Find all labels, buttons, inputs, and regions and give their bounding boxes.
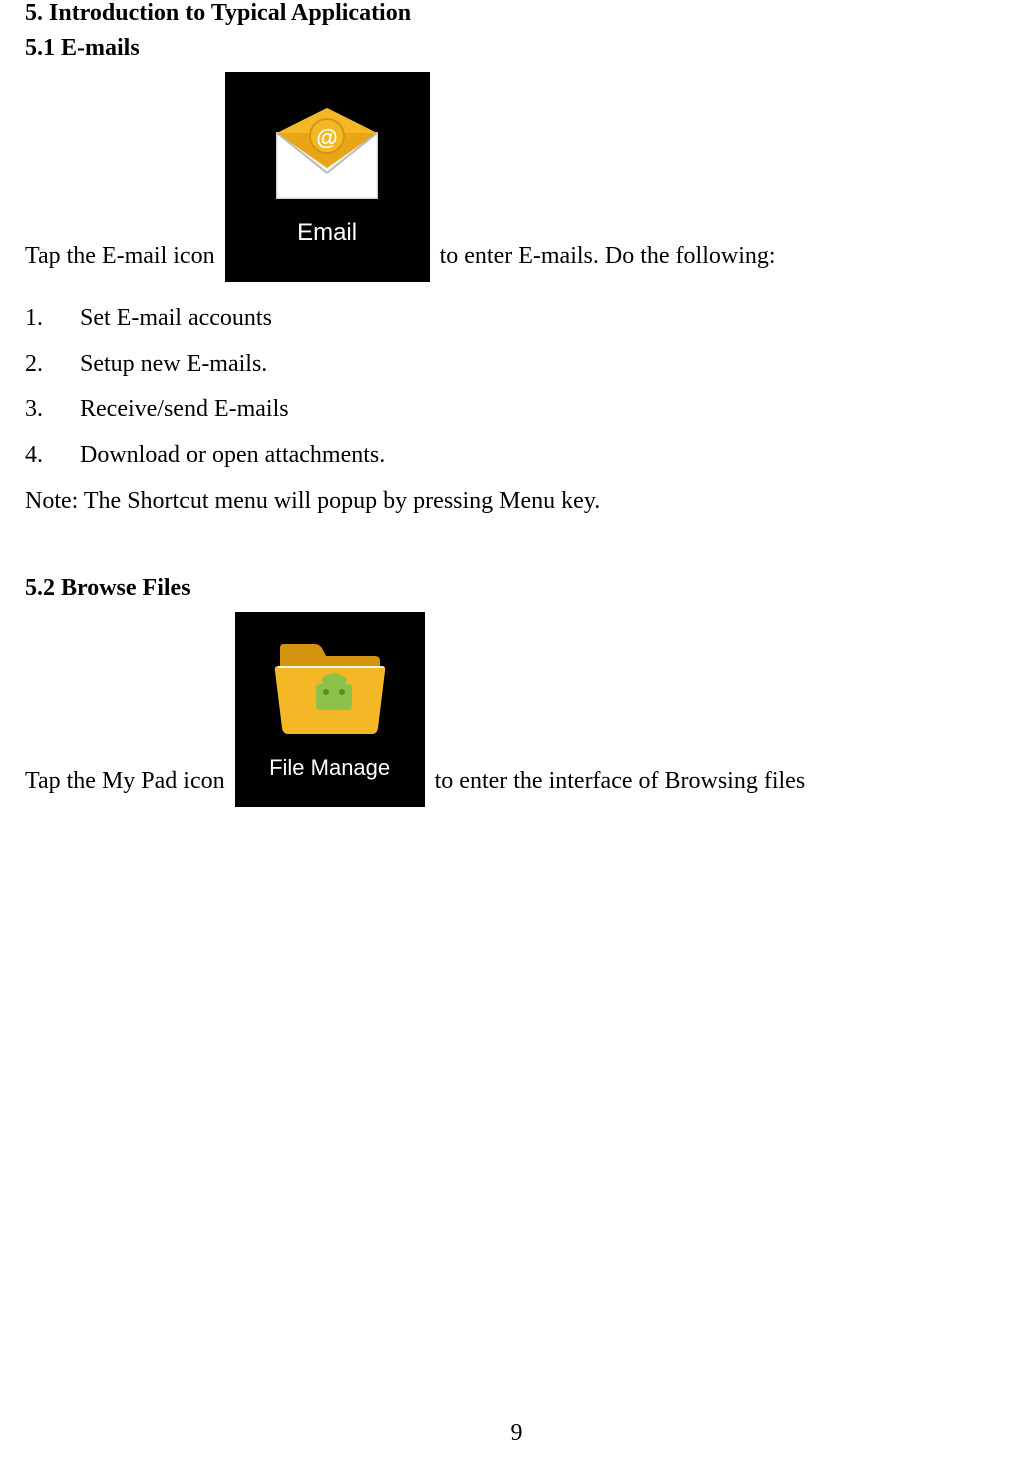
folder-icon-svg [270, 636, 390, 741]
page-number: 9 [511, 1420, 523, 1447]
list-item: Download or open attachments. [25, 433, 1008, 479]
email-steps-list: Set E-mail accounts Setup new E-mails. R… [25, 296, 1008, 478]
subsection-title-emails: 5.1 E-mails [25, 35, 1008, 62]
list-item: Set E-mail accounts [25, 296, 1008, 342]
text-after-email-icon: to enter E-mails. Do the following: [440, 238, 776, 274]
email-app-icon: @ Email [225, 72, 430, 282]
email-envelope-icon: @ [267, 103, 387, 203]
subsection-title-browse-files: 5.2 Browse Files [25, 575, 1008, 602]
text-before-file-icon: Tap the My Pad icon [25, 763, 225, 799]
file-icon-label: File Manage [269, 751, 390, 784]
browse-files-paragraph: Tap the My Pad icon File Manage to enter… [25, 612, 1008, 807]
email-icon-svg: @ [267, 103, 387, 203]
text-before-email-icon: Tap the E-mail icon [25, 238, 215, 274]
text-after-file-icon: to enter the interface of Browsing files [435, 763, 806, 799]
list-item: Setup new E-mails. [25, 342, 1008, 388]
email-icon-label: Email [297, 215, 357, 251]
file-manager-app-icon: File Manage [235, 612, 425, 807]
email-intro-paragraph: Tap the E-mail icon @ Email to enter E-m… [25, 72, 1008, 282]
section-title: 5. Introduction to Typical Application [25, 0, 1008, 27]
email-note: Note: The Shortcut menu will popup by pr… [25, 488, 1008, 515]
svg-text:@: @ [316, 125, 337, 150]
list-item: Receive/send E-mails [25, 387, 1008, 433]
